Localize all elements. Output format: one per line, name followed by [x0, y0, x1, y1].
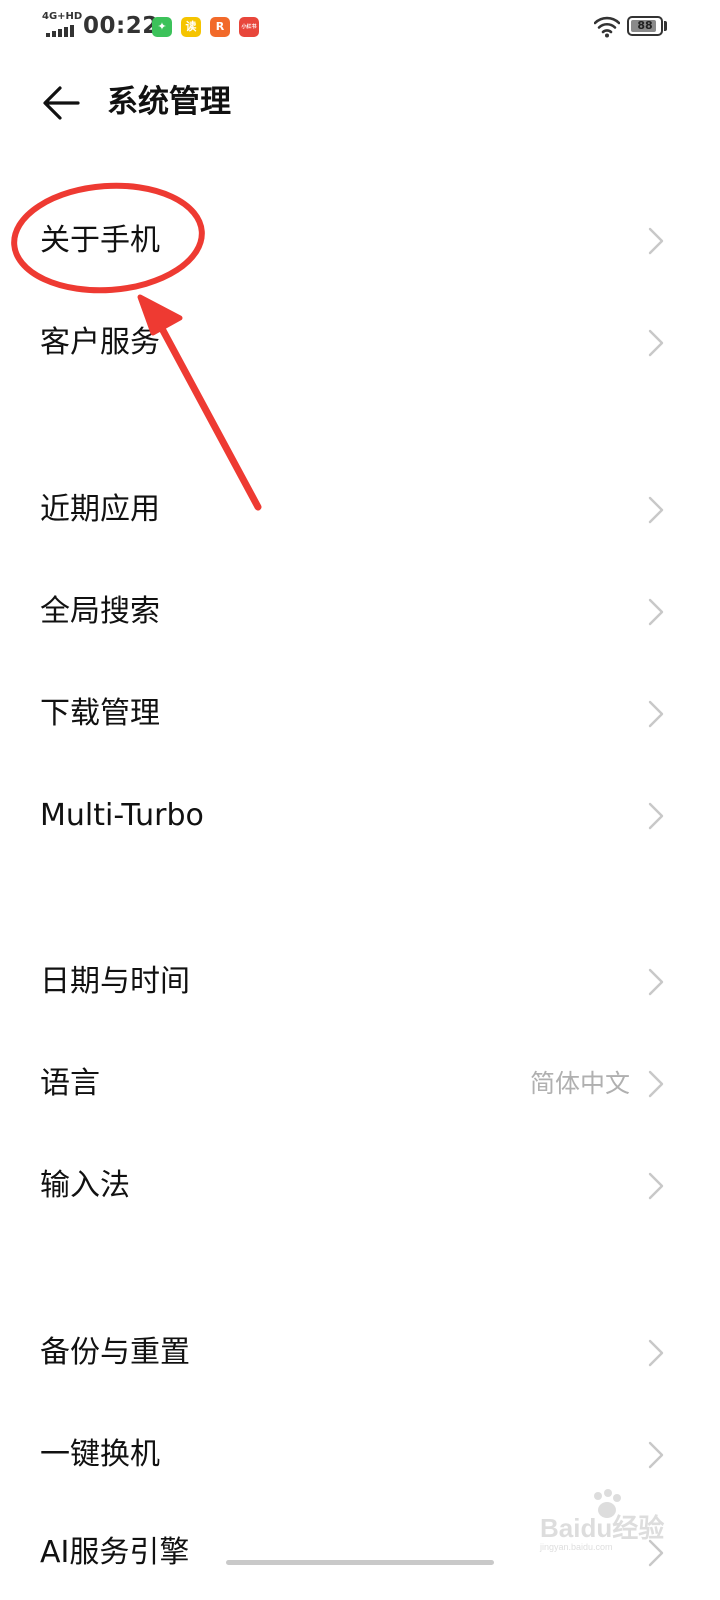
yellow-book-app-icon: 读 — [181, 17, 201, 37]
settings-item-language[interactable]: 语言 简体中文 — [0, 1033, 720, 1135]
header: 系统管理 — [0, 62, 720, 142]
settings-item-download-management[interactable]: 下载管理 — [0, 663, 720, 765]
chevron-right-icon — [648, 1172, 664, 1200]
status-bar: 4G+HD 00:22 ✦ 读 R 小红书 88 — [0, 0, 720, 56]
chevron-right-icon — [648, 1339, 664, 1367]
settings-item-customer-service[interactable]: 客户服务 — [0, 292, 720, 394]
settings-item-backup-reset[interactable]: 备份与重置 — [0, 1302, 720, 1404]
battery-tip — [664, 21, 667, 31]
chevron-right-icon — [648, 968, 664, 996]
settings-item-label: 一键换机 — [40, 1437, 160, 1472]
green-app-icon: ✦ — [152, 17, 172, 37]
chevron-right-icon — [648, 802, 664, 830]
settings-item-label: 关于手机 — [40, 223, 160, 258]
arrow-left-icon — [43, 86, 80, 120]
cellular-signal: 4G+HD — [42, 12, 82, 40]
watermark-url: jingyan.baidu.com — [540, 1542, 613, 1552]
settings-item-label: 输入法 — [40, 1168, 130, 1203]
back-button[interactable] — [38, 80, 84, 126]
network-type: 4G+HD — [42, 11, 83, 22]
settings-item-label: AI服务引擎 — [40, 1535, 190, 1570]
signal-bars-icon — [46, 25, 76, 37]
settings-screen: 4G+HD 00:22 ✦ 读 R 小红书 88 系统管理 关于手机 客户服务 … — [0, 0, 720, 1600]
settings-item-input-method[interactable]: 输入法 — [0, 1135, 720, 1237]
settings-item-label: 下载管理 — [40, 696, 160, 731]
settings-item-label: 备份与重置 — [40, 1335, 190, 1370]
chevron-right-icon — [648, 227, 664, 255]
settings-item-label: 语言 — [40, 1066, 100, 1101]
chevron-right-icon — [648, 1441, 664, 1469]
battery-level: 88 — [637, 19, 653, 32]
settings-item-label: 日期与时间 — [40, 964, 190, 999]
wifi-icon — [594, 16, 620, 38]
page-title: 系统管理 — [107, 84, 231, 120]
chevron-right-icon — [648, 700, 664, 728]
settings-item-label: 客户服务 — [40, 325, 160, 360]
settings-item-multi-turbo[interactable]: Multi-Turbo — [0, 765, 720, 867]
battery-icon: 88 — [627, 16, 663, 36]
orange-app-icon: R — [210, 17, 230, 37]
settings-item-label: 全局搜索 — [40, 594, 160, 629]
chevron-right-icon — [648, 598, 664, 626]
settings-item-recent-apps[interactable]: 近期应用 — [0, 459, 720, 561]
chevron-right-icon — [648, 496, 664, 524]
settings-item-date-time[interactable]: 日期与时间 — [0, 931, 720, 1033]
settings-item-about-phone[interactable]: 关于手机 — [0, 190, 720, 292]
settings-item-global-search[interactable]: 全局搜索 — [0, 561, 720, 663]
gesture-bar[interactable] — [226, 1560, 494, 1565]
baidu-watermark: Baidu经验 jingyan.baidu.com — [540, 1489, 690, 1552]
language-value: 简体中文 — [529, 1069, 630, 1098]
red-app-icon: 小红书 — [239, 17, 259, 37]
settings-item-label: 近期应用 — [40, 492, 160, 527]
settings-item-label: Multi-Turbo — [40, 798, 204, 833]
chevron-right-icon — [648, 1070, 664, 1098]
watermark-text: Baidu经验 — [540, 1513, 665, 1543]
status-time: 00:22 — [83, 13, 159, 39]
chevron-right-icon — [648, 329, 664, 357]
